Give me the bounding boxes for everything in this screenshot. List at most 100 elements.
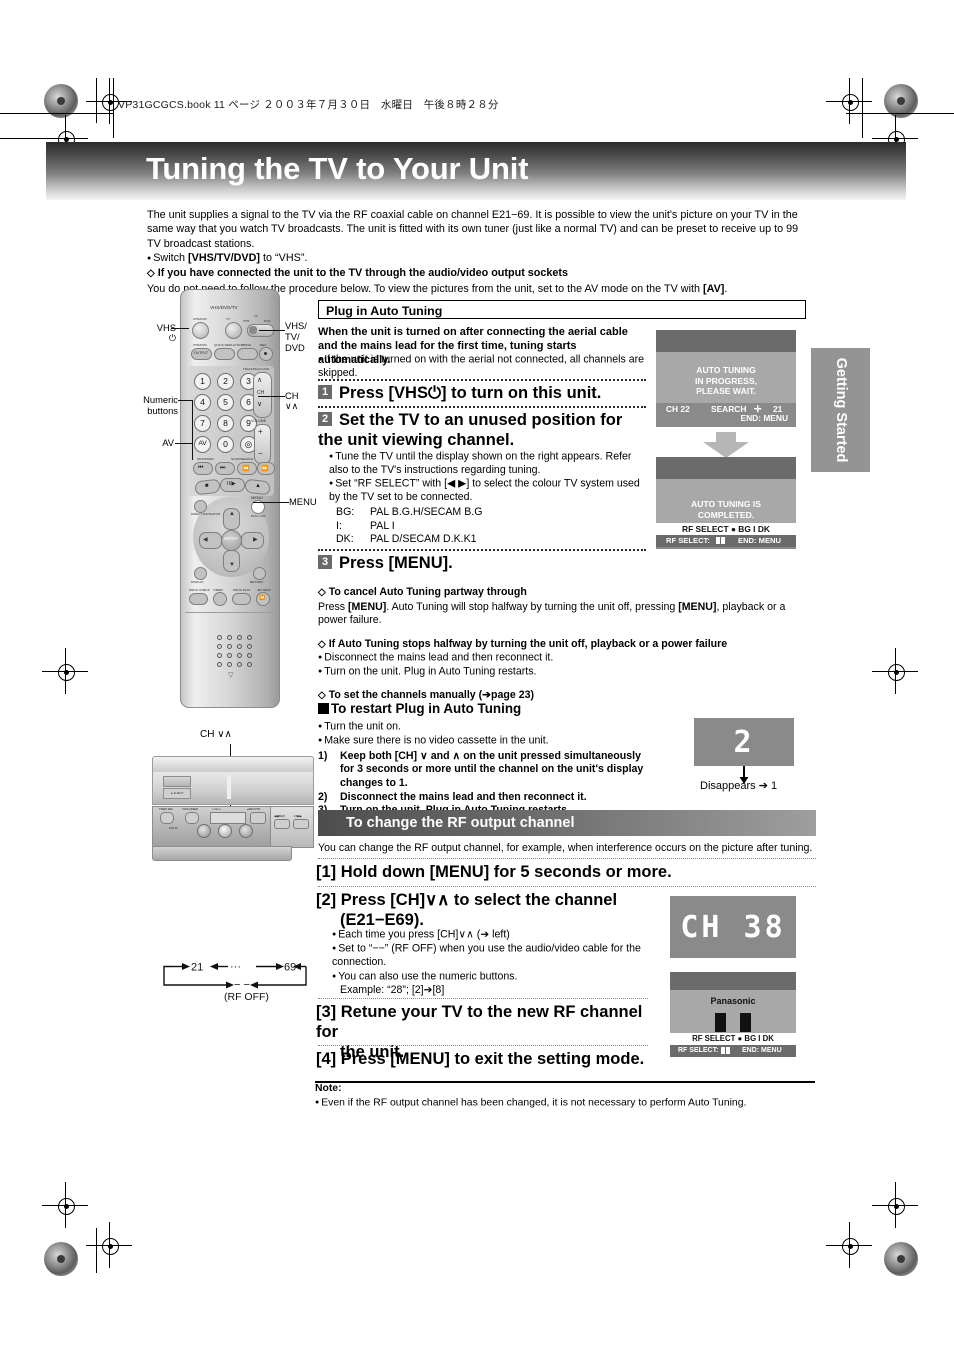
jet-rew-button[interactable]: ⏪ (256, 592, 270, 606)
cancel-section: To cancel Auto Tuning partway through Pr… (318, 586, 816, 702)
remote-label-progplay: PROG PLAY (233, 588, 251, 592)
unit-btn-rew[interactable] (274, 819, 290, 829)
diamond-icon (147, 267, 158, 279)
tv2-osd-rfselect-row: RF SELECT ● BG I DK (656, 523, 796, 535)
tv-system-row: BG: PAL B.G.H/SECAM B.G (336, 506, 636, 520)
play-pause-button[interactable]: II/▶ (220, 478, 245, 492)
timer-button[interactable] (213, 592, 227, 606)
remote-label-quick-replay: QUICK REPLAY (214, 343, 237, 347)
cursor-up-button[interactable]: ▲ (223, 508, 240, 530)
lr-cursor-icon-2 (721, 537, 725, 544)
unit-display-window (227, 775, 231, 799)
rf-step-2-line-2: (E21−E69). (340, 911, 424, 929)
quick-replay-button[interactable] (214, 348, 235, 360)
unit-btn-ff[interactable] (293, 819, 309, 829)
remote-label-tv-power: TV (226, 317, 230, 321)
volume-minus-icon[interactable]: − (258, 449, 263, 458)
prog-play-button[interactable] (232, 593, 251, 605)
step-2-text: Set the TV to an unused position for the… (318, 411, 623, 449)
crop-rule-tr-a (862, 78, 863, 138)
diamond-icon (318, 638, 329, 650)
restart-item-text: Disconnect the mains lead and then recon… (340, 790, 587, 803)
rf-step-2-bullet-3: You can also use the numeric buttons. (332, 970, 644, 984)
step-2-bullet-2: Set “RF SELECT” with [◀ ▶] to select the… (329, 477, 644, 505)
rf-section-intro: You can change the RF output channel, fo… (318, 842, 813, 854)
restart-section: To restart Plug in Auto Tuning Turn the … (318, 702, 648, 818)
av-button[interactable]: AV (194, 436, 211, 453)
step-divider-3 (318, 549, 646, 551)
tv3-bar-left (715, 1013, 726, 1032)
numeric-key-8[interactable]: 8 (217, 415, 234, 432)
lr-cursor-icon-2 (726, 1047, 730, 1054)
unit-btn-timer[interactable] (160, 812, 174, 824)
remote-label-vhsdvd-output: VHS/DVD (193, 343, 207, 347)
book-file-info: VP31GCGCS.book 11 ページ ２００３年７月３０日 水曜日 午後８… (118, 99, 499, 111)
remote-label-progcheck: PROG CHECK (189, 588, 210, 592)
cycle-rfoff: (RF OFF) (224, 991, 269, 1003)
skip-forward-button[interactable]: ⏭ (215, 462, 235, 475)
tv3-brand: Panasonic (710, 996, 756, 1006)
display-button[interactable] (194, 567, 207, 580)
vhs-power-button[interactable] (192, 322, 209, 339)
tv-power-button[interactable] (225, 322, 242, 339)
direct-navigator-button[interactable] (194, 500, 207, 513)
numeric-key-0[interactable]: 0 (217, 436, 234, 453)
tv2-osd-footer-right: END: MENU (738, 536, 782, 545)
step-1-number: 1 (318, 385, 332, 399)
lr-cursor-icon (716, 537, 720, 544)
tv2-osd-footer: RF SELECT: END: MENU (656, 535, 796, 547)
remote-label-volume: VOLUME (251, 419, 267, 423)
rf-section-heading: To change the RF output channel (318, 810, 816, 836)
unit-btn-rec[interactable] (250, 812, 266, 824)
cursor-right-button[interactable]: ▶ (241, 532, 264, 549)
ch-down-icon[interactable]: ∨ (257, 400, 262, 408)
step-2-bullet-1: Tune the TV until the display shown on t… (329, 450, 644, 478)
lr-cursor-icon (721, 1047, 725, 1054)
unit-ch-rocker[interactable] (210, 812, 246, 824)
rf-step-2-bullet-2: Set to “−−” (RF OFF) when you use the au… (332, 942, 644, 970)
ch-up-icon[interactable]: ∧ (257, 376, 262, 384)
dubbing-button[interactable] (237, 348, 258, 360)
regmark-top-right (826, 78, 872, 124)
unit-btn-tapespeed[interactable] (185, 812, 199, 824)
search-forward-button[interactable]: ⏩ (257, 462, 275, 475)
volume-plus-icon[interactable]: + (258, 427, 263, 436)
numeric-key-4[interactable]: 4 (194, 394, 211, 411)
intro-diamond-text: If you have connected the unit to the TV… (157, 267, 569, 280)
color-registration-blob-bl (44, 1242, 78, 1276)
step-2-number: 2 (318, 412, 332, 426)
unit-eject-button[interactable]: ▲ EJECT (163, 788, 191, 799)
regmark-bottom-right (826, 1222, 872, 1268)
return-button[interactable] (253, 567, 266, 580)
rf-step-1: [1] Hold down [MENU] for 5 seconds or mo… (316, 863, 672, 881)
numeric-key-2[interactable]: 2 (217, 373, 234, 390)
cursor-left-button[interactable]: ◀ (199, 532, 222, 549)
step-3-text: Press [MENU]. (339, 554, 453, 572)
rf-rule-1 (318, 858, 816, 859)
tv-system-code: I: (336, 519, 342, 532)
remote-label-switch-tv: TV (254, 314, 258, 318)
plugin-bullet-text: If the unit is turned on with the aerial… (318, 353, 645, 380)
callout-line-av (175, 443, 193, 444)
numeric-key-5[interactable]: 5 (217, 394, 234, 411)
cursor-down-button[interactable]: ▼ (223, 550, 240, 572)
switch-knob[interactable] (249, 325, 257, 334)
note-block: Note: Even if the RF output channel has … (315, 1082, 815, 1110)
eject-button[interactable]: ▲ (245, 478, 270, 496)
tv2-line-1: AUTO TUNING IS (690, 499, 762, 509)
prog-check-button[interactable] (189, 593, 208, 605)
tv-screen-top-band (656, 457, 796, 479)
restart-item: 2) Disconnect the mains lead and then rec… (318, 791, 648, 805)
numeric-key-1[interactable]: 1 (194, 373, 211, 390)
tv3-osd-footer-left: RF SELECT: (678, 1047, 719, 1054)
step-2-bullet-2-text: Set “RF SELECT” with [◀ ▶] to select the… (329, 477, 640, 504)
skip-back-button[interactable]: ⏮ (193, 462, 213, 475)
numeric-key-7[interactable]: 7 (194, 415, 211, 432)
tv3-osd-footer: RF SELECT: END: MENU (670, 1045, 796, 1057)
tv-screen-top-band (656, 330, 796, 352)
rf-step-2-bullet-1: Each time you press [CH]∨∧ (➔ left) (332, 928, 644, 942)
stops-halfway-bullet-1: Disconnect the mains lead and then recon… (318, 651, 816, 665)
search-back-button[interactable]: ⏪ (237, 462, 257, 475)
callout-line-ch (258, 396, 285, 397)
note-label: Note: (315, 1083, 342, 1094)
